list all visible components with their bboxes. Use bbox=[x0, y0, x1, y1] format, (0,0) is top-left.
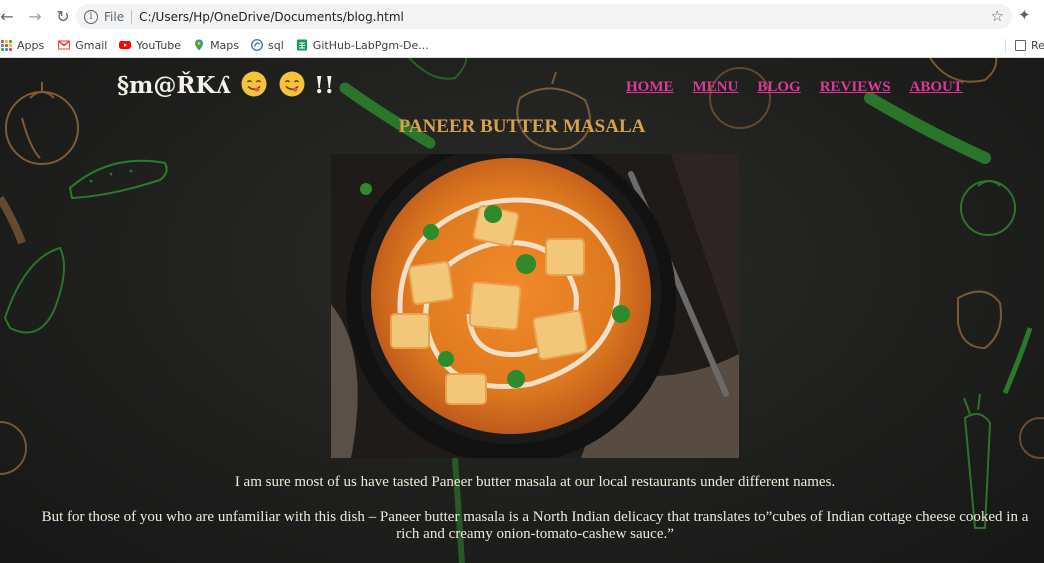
page-body: §m@ŘKʎ !! HOME MENU BLOG REVIEWS ABOUT P… bbox=[0, 58, 1044, 563]
pepper-doodle-icon bbox=[408, 58, 468, 80]
url-divider bbox=[131, 9, 133, 24]
extensions-puzzle-icon[interactable]: ✦ bbox=[1018, 6, 1031, 24]
bookmark-label: GitHub-LabPgm-De... bbox=[312, 38, 429, 52]
bookmark-apps[interactable]: Apps bbox=[1, 39, 44, 52]
article-paragraph: I am sure most of us have tasted Paneer … bbox=[234, 474, 836, 490]
bookmark-label: Gmail bbox=[75, 38, 108, 52]
reading-list-icon bbox=[1015, 39, 1026, 51]
logo-text: §m@ŘKʎ bbox=[117, 72, 231, 99]
nav-blog-link[interactable]: BLOG bbox=[757, 79, 800, 96]
bookmark-label: sql bbox=[268, 38, 284, 52]
nav-about-link[interactable]: ABOUT bbox=[910, 79, 963, 96]
nav-reviews-link[interactable]: REVIEWS bbox=[820, 79, 891, 96]
bookmark-github-labpgm[interactable]: GitHub-LabPgm-De... bbox=[296, 39, 429, 52]
eggplant-doodle-icon bbox=[3, 246, 65, 334]
maps-icon bbox=[195, 39, 204, 51]
cucumber-doodle-icon bbox=[68, 159, 168, 200]
bookmark-label: Maps bbox=[210, 38, 240, 52]
article-title: PANEER BUTTER MASALA bbox=[398, 116, 646, 137]
bookmark-star-icon[interactable]: ☆ bbox=[991, 7, 1004, 25]
chili-doodle-icon bbox=[1002, 327, 1033, 394]
bookmarks-divider bbox=[1005, 39, 1006, 53]
address-bar[interactable]: i File C:/Users/Hp/OneDrive/Documents/bl… bbox=[76, 4, 1012, 29]
paneer-butter-masala-photo bbox=[331, 154, 739, 458]
bookmark-label: YouTube bbox=[136, 38, 182, 52]
url-scheme-label: File bbox=[104, 9, 125, 24]
reload-icon[interactable]: ↻ bbox=[52, 6, 74, 28]
apps-grid-icon bbox=[1, 39, 12, 51]
forward-arrow-icon[interactable]: → bbox=[24, 6, 46, 28]
info-icon[interactable]: i bbox=[84, 9, 98, 24]
url-text[interactable]: C:/Users/Hp/OneDrive/Documents/blog.html bbox=[139, 10, 404, 24]
logo-exclaim: !! bbox=[314, 72, 335, 99]
back-arrow-icon[interactable]: ← bbox=[0, 6, 18, 28]
bell-pepper-doodle-icon bbox=[957, 290, 1002, 350]
reading-list[interactable]: Re bbox=[1015, 39, 1044, 52]
yum-face-emoji-icon bbox=[241, 71, 267, 97]
bookmark-maps[interactable]: Maps bbox=[193, 39, 239, 52]
bookmark-sql[interactable]: sql bbox=[251, 39, 284, 52]
carrot-doodle-left-icon bbox=[0, 195, 26, 245]
bookmark-label: Apps bbox=[17, 38, 45, 52]
bookmark-gmail[interactable]: Gmail bbox=[58, 39, 107, 52]
main-nav: HOME MENU BLOG REVIEWS ABOUT bbox=[626, 79, 963, 96]
site-logo[interactable]: §m@ŘKʎ !! bbox=[117, 70, 334, 99]
yum-face-emoji-icon bbox=[279, 71, 305, 97]
sql-icon bbox=[251, 39, 264, 51]
reading-list-label: Re bbox=[1031, 38, 1044, 52]
tomato-doodle-icon bbox=[960, 180, 1016, 236]
nav-menu-link[interactable]: MENU bbox=[693, 79, 739, 96]
bookmark-youtube[interactable]: YouTube bbox=[119, 39, 181, 52]
sheets-icon bbox=[296, 39, 307, 51]
gmail-icon bbox=[58, 40, 71, 50]
tomato-doodle-icon bbox=[1019, 417, 1044, 459]
nav-home-link[interactable]: HOME bbox=[626, 79, 674, 96]
youtube-icon bbox=[119, 41, 132, 49]
bookmarks-bar: Apps Gmail YouTube Maps sql GitHub-LabPg… bbox=[0, 33, 1044, 58]
tomato-doodle-icon bbox=[0, 421, 27, 475]
browser-toolbar: ← → ↻ i File C:/Users/Hp/OneDrive/Docume… bbox=[0, 0, 1044, 33]
article-paragraph: But for those of you who are unfamiliar … bbox=[41, 509, 1029, 542]
carrot-doodle-icon bbox=[963, 393, 992, 529]
